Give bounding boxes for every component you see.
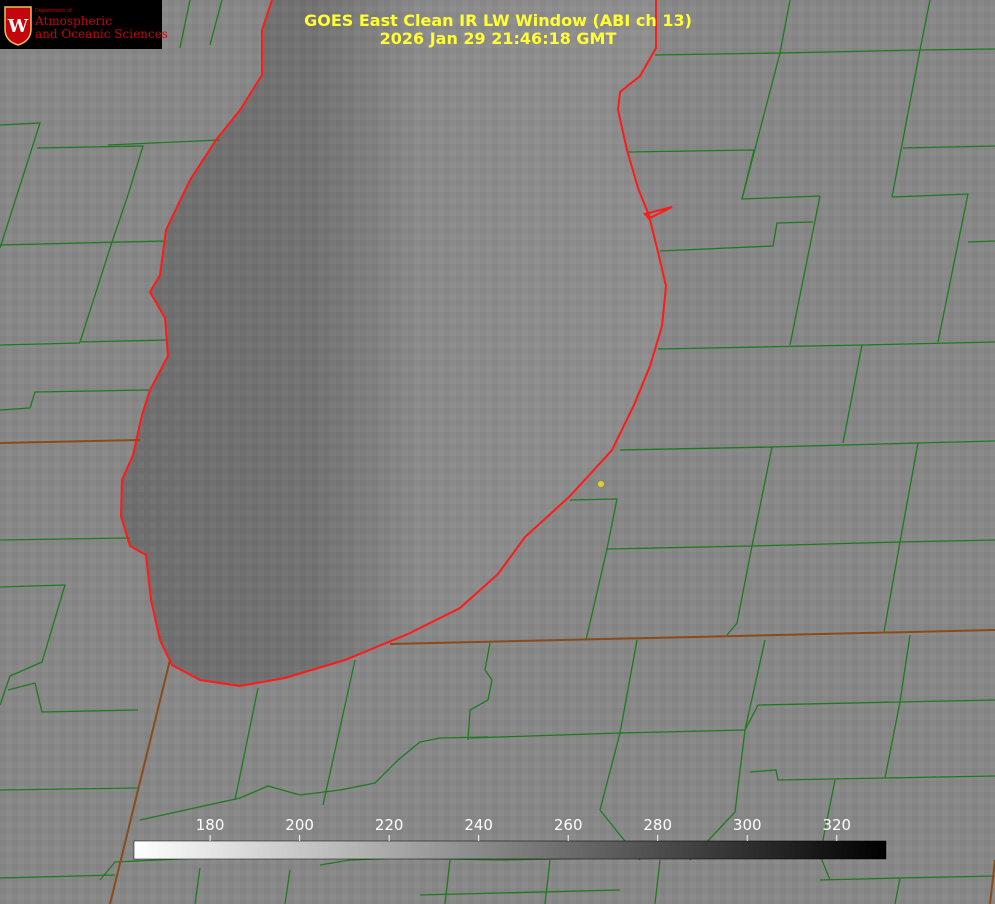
- image-title: GOES East Clean IR LW Window (ABI ch 13): [304, 11, 692, 30]
- colorbar-tick-label: 240: [464, 816, 493, 834]
- colorbar-tick-label: 320: [822, 816, 851, 834]
- colorbar-tick-label: 200: [285, 816, 314, 834]
- uw-aos-logo: W Department of Atmospheric and Oceanic …: [0, 0, 168, 49]
- logo-name-line1: Atmospheric: [35, 14, 112, 28]
- svg-text:W: W: [7, 16, 29, 37]
- colorbar-tick-label: 180: [196, 816, 225, 834]
- satellite-image-viewer: GOES East Clean IR LW Window (ABI ch 13)…: [0, 0, 995, 904]
- location-marker: [598, 481, 604, 487]
- pixel-texture: [0, 0, 995, 904]
- colorbar: [133, 840, 887, 860]
- satellite-map: GOES East Clean IR LW Window (ABI ch 13)…: [0, 0, 995, 904]
- logo-name-line2: and Oceanic Sciences: [35, 27, 168, 41]
- colorbar-tick-label: 300: [733, 816, 762, 834]
- colorbar-tick-label: 220: [375, 816, 404, 834]
- uw-crest-icon: W: [4, 6, 32, 46]
- colorbar-tick-label: 260: [554, 816, 583, 834]
- colorbar-tick-label: 280: [643, 816, 672, 834]
- image-timestamp: 2026 Jan 29 21:46:18 GMT: [380, 29, 617, 48]
